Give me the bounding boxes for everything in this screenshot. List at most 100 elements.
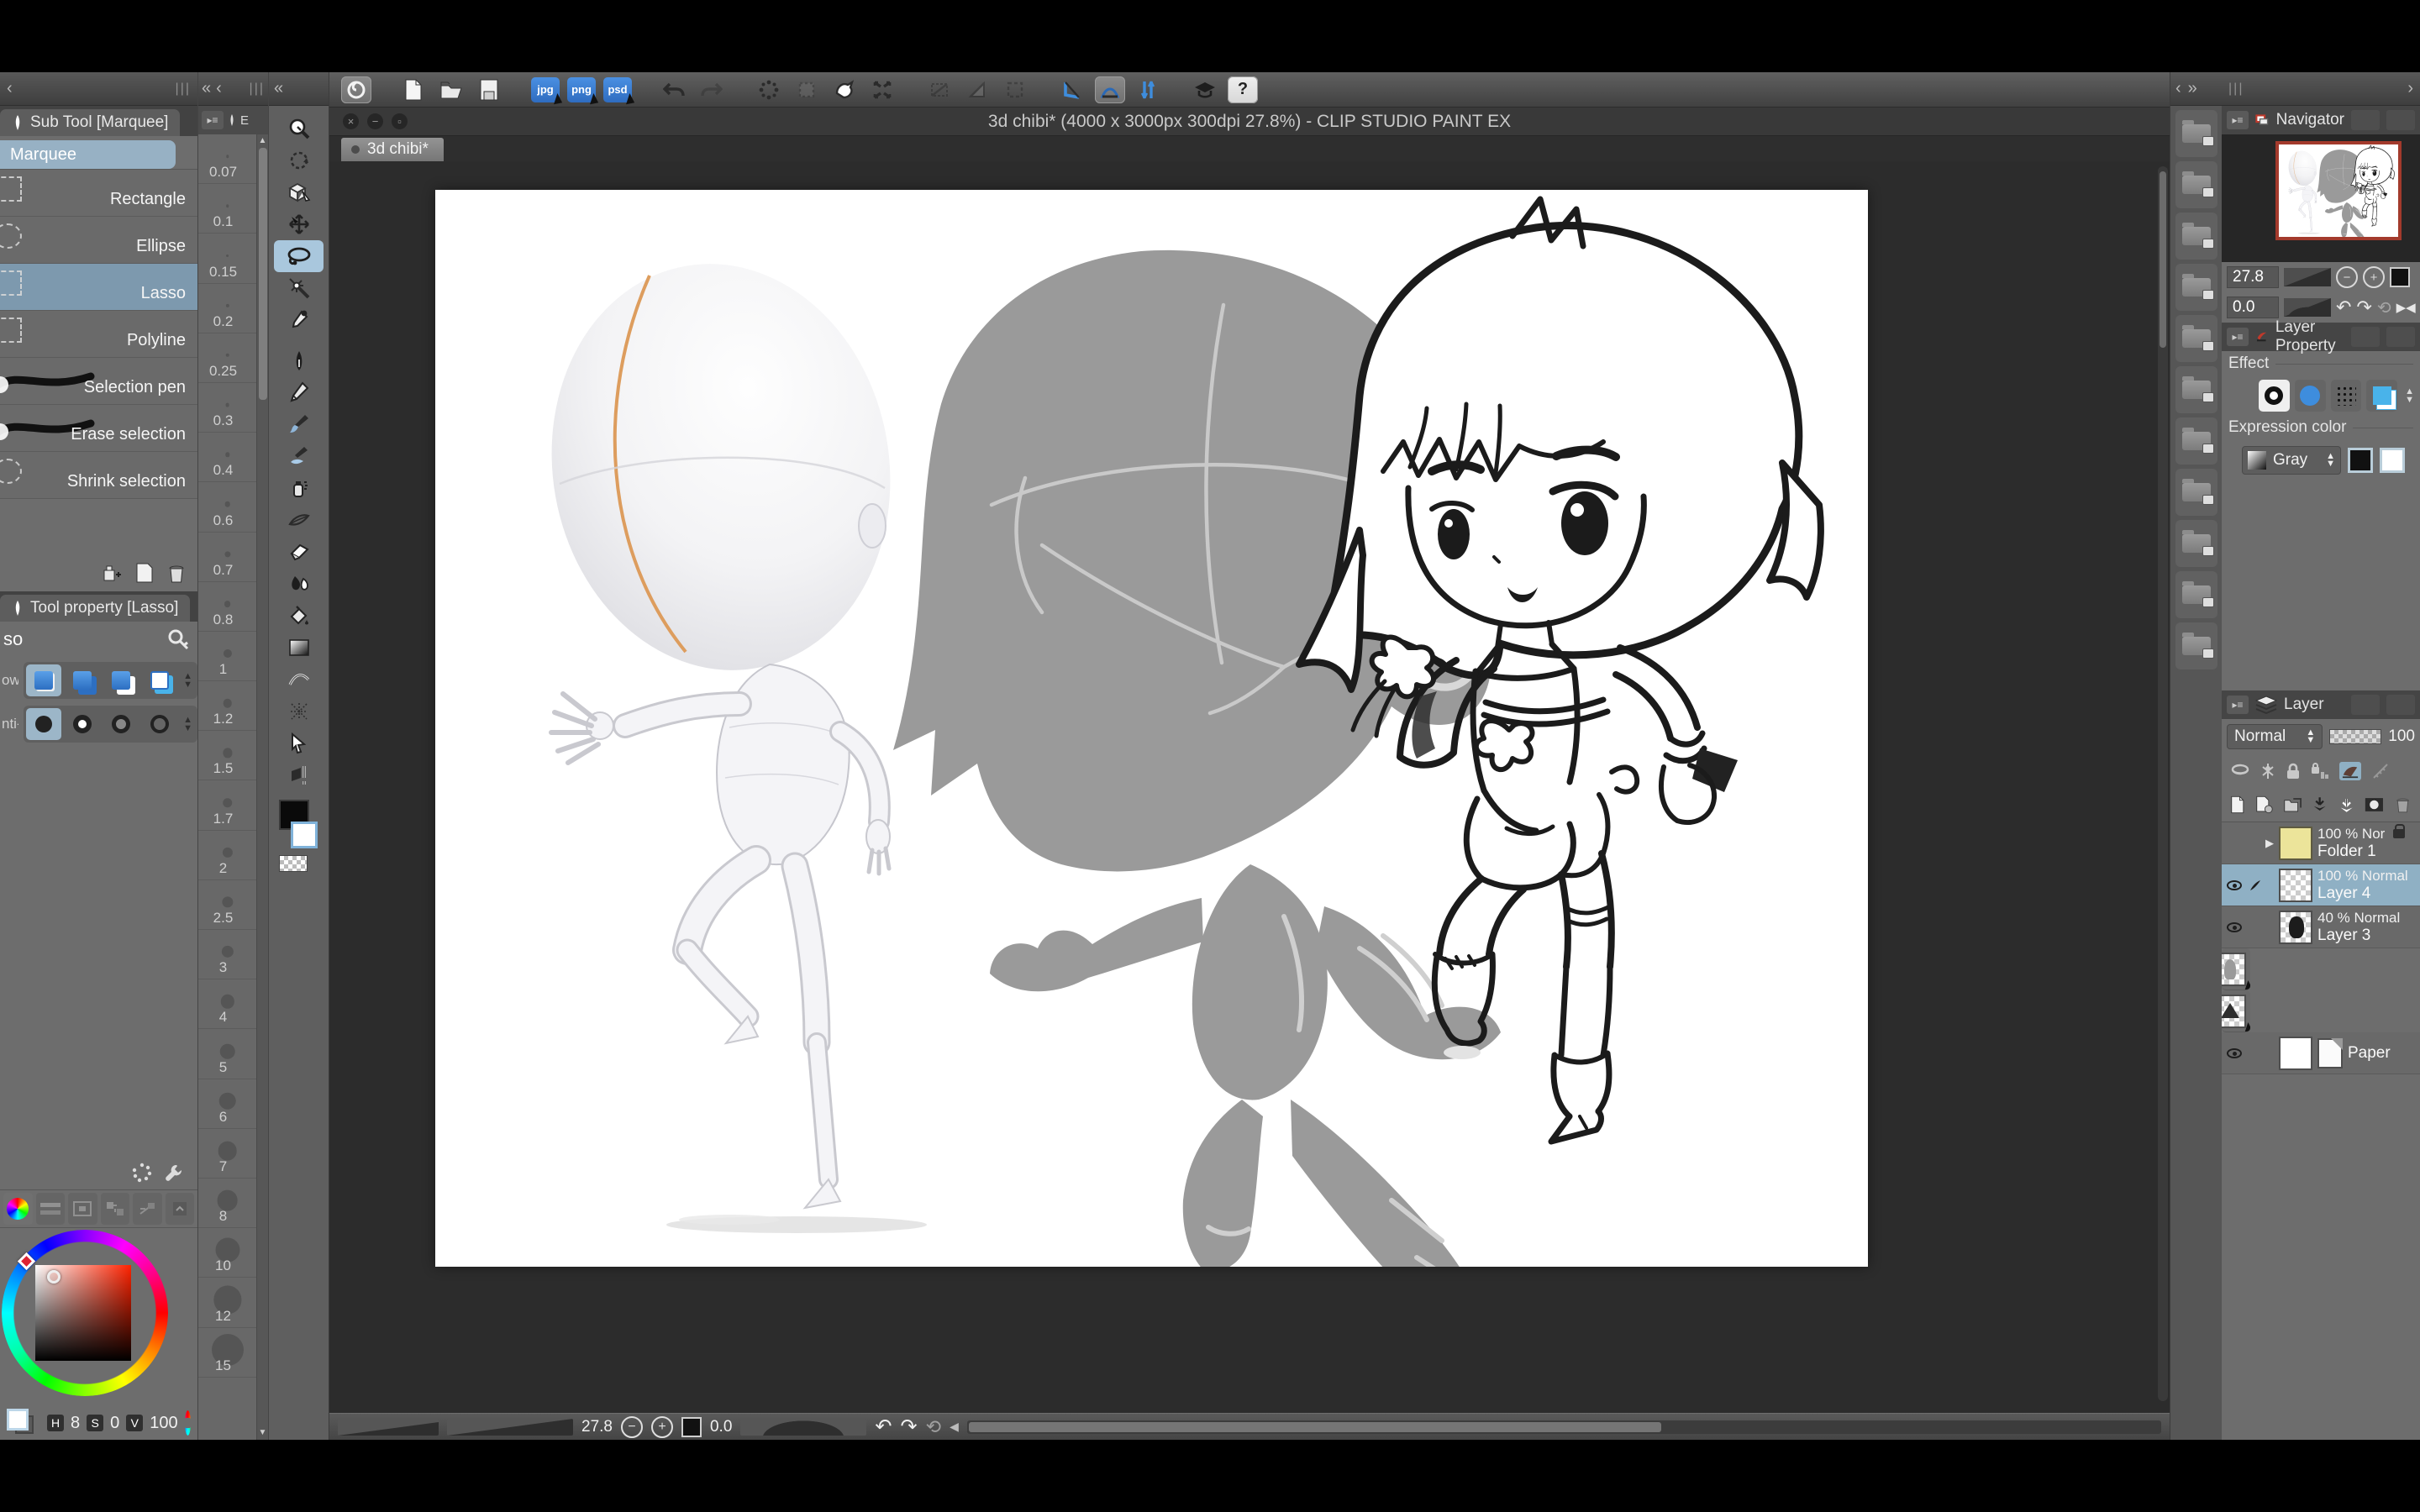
decoration-tool-icon[interactable] (269, 504, 329, 536)
register-material-icon[interactable] (100, 563, 122, 583)
canvas-document[interactable] (435, 190, 1868, 1267)
canvas-horizontal-scrollbar[interactable] (967, 1420, 2161, 1434)
sv-cursor-icon[interactable] (47, 1270, 60, 1284)
scroll-up-icon[interactable]: ▲ (259, 134, 267, 148)
subtool-list-item[interactable]: Ellipse (0, 217, 197, 264)
new-raster-layer-icon[interactable] (2230, 795, 2245, 815)
layer-visible-icon[interactable] (2223, 922, 2245, 932)
delete-subtool-icon[interactable] (167, 563, 186, 583)
document-tab[interactable]: 3d chibi* (341, 138, 444, 161)
reselect-icon[interactable] (792, 76, 822, 103)
size-scrollbar[interactable]: ▲ ▼ (256, 134, 268, 1440)
subtool-list-item[interactable]: Shrink selection (0, 452, 197, 499)
rotate-slider[interactable] (740, 1419, 866, 1436)
eyedropper-tool-icon[interactable] (269, 304, 329, 336)
right-grip-icon[interactable]: ||| (2228, 81, 2244, 97)
material-palette-button[interactable] (2175, 622, 2217, 669)
size-cell[interactable]: 0.7 (198, 533, 256, 582)
zoom-slider-small[interactable] (338, 1419, 439, 1436)
size-cell[interactable]: 0.1 (198, 184, 256, 234)
collapse-icon[interactable]: « (202, 79, 211, 98)
color-wheel[interactable] (0, 1228, 197, 1406)
new-file-icon[interactable] (398, 76, 429, 103)
size-cell[interactable]: 0.6 (198, 482, 256, 532)
zoom-tool-icon[interactable] (269, 113, 329, 144)
clip-studio-logo-button[interactable] (341, 76, 371, 103)
layer-color-effect-button[interactable] (2366, 380, 2397, 412)
expand-right-icon[interactable]: » (2188, 79, 2197, 98)
size-cell[interactable]: 1 (198, 632, 256, 681)
navigator-thumbnail[interactable] (2275, 141, 2402, 240)
lock-transparent-icon[interactable] (2311, 762, 2329, 780)
watercolor-tool-icon[interactable] (269, 440, 329, 472)
material-palette-button[interactable] (2175, 469, 2217, 516)
layer-row[interactable]: ▶ ✓ 33 Grid (2222, 948, 2250, 990)
material-download-icon[interactable] (1190, 76, 1220, 103)
subtool-list-item[interactable]: Selection pen (0, 358, 197, 405)
snap-special-ruler-icon[interactable] (1095, 76, 1125, 103)
subtool-list-item[interactable]: Rectangle (0, 170, 197, 217)
disabled-snap-icon-2[interactable] (962, 76, 992, 103)
nav-zoom-out-icon[interactable]: − (2336, 266, 2358, 288)
scroll-down-icon[interactable]: ▼ (259, 1426, 267, 1440)
material-palette-button[interactable] (2175, 417, 2217, 465)
nav-reset-icon[interactable]: ⟲ (2377, 297, 2391, 318)
canvas-viewport[interactable] (329, 161, 2170, 1413)
nav-fit-icon[interactable] (2390, 267, 2410, 287)
expression-color-dropdown[interactable]: Gray ▲▼ (2242, 446, 2341, 475)
fit-to-screen-icon[interactable] (681, 1417, 702, 1437)
color-slider-tab[interactable] (36, 1193, 66, 1225)
layer-row[interactable]: ▶ ✓ 40 % Normal Layer 3 (2222, 906, 2420, 948)
size-cell[interactable]: 0.2 (198, 284, 256, 333)
navigator-zoom-slider[interactable] (2284, 268, 2331, 286)
rotate-view-tool-icon[interactable] (269, 144, 329, 176)
aa-medium-button[interactable] (103, 708, 139, 740)
approx-color-tab[interactable] (133, 1193, 162, 1225)
intermediate-color-tab[interactable] (101, 1193, 130, 1225)
size-cell[interactable]: 2.5 (198, 880, 256, 930)
pencil-tool-icon[interactable] (269, 376, 329, 408)
collapse-left-icon[interactable]: ‹ (7, 79, 13, 98)
layer-tab-icon-2[interactable] (2386, 695, 2415, 715)
layer-thumbnail[interactable] (2279, 869, 2312, 902)
open-file-icon[interactable] (436, 76, 466, 103)
eraser-tool-icon[interactable] (269, 536, 329, 568)
size-cell[interactable]: 2 (198, 831, 256, 880)
layer-row[interactable]: ▶ ✓ 33 Grid (2222, 990, 2250, 1032)
layer-row[interactable]: ▶ ✓ Paper (2222, 1032, 2420, 1074)
material-palette-button[interactable] (2175, 520, 2217, 567)
sub-view-tab-icon[interactable] (2351, 110, 2380, 130)
subtool-panel-tab[interactable]: Sub Tool [Marquee] (0, 109, 180, 136)
transfer-down-icon[interactable] (2312, 795, 2328, 815)
layer-thumbnail[interactable] (2222, 953, 2246, 986)
size-cell[interactable]: 6 (198, 1079, 256, 1129)
invert-selection-icon[interactable] (829, 76, 860, 103)
layer-visible-icon[interactable] (2223, 880, 2245, 890)
size-cell[interactable]: 0.25 (198, 333, 256, 383)
lock-layer-icon[interactable] (2286, 762, 2301, 780)
size-cell[interactable]: 4 (198, 979, 256, 1029)
new-vector-layer-icon[interactable] (2255, 795, 2273, 815)
navigator-rotate-slider[interactable] (2284, 298, 2331, 317)
operation-tool-icon[interactable] (269, 727, 329, 759)
size-cell[interactable]: 1.7 (198, 780, 256, 830)
item-bank-tab-icon[interactable] (2386, 110, 2415, 130)
layer-property-menu-icon[interactable]: ▸≡ (2227, 328, 2249, 346)
subtool-list-item[interactable]: Lasso (0, 264, 197, 311)
move-layer-tool-icon[interactable] (269, 208, 329, 240)
wrench-icon[interactable] (164, 1163, 184, 1183)
navigator-zoom-value[interactable]: 27.8 (2227, 266, 2279, 288)
layer-thumbnail[interactable] (2279, 1037, 2312, 1070)
size-cell[interactable]: 0.4 (198, 433, 256, 482)
scroll-left-icon[interactable]: ◀ (950, 1420, 959, 1434)
zoom-out-icon[interactable]: − (621, 1416, 643, 1438)
material-palette-button[interactable] (2175, 366, 2217, 413)
color-set-tab[interactable] (68, 1193, 97, 1225)
zoom-in-icon[interactable]: + (651, 1416, 673, 1438)
size-cell[interactable]: 0.3 (198, 383, 256, 433)
undo-icon[interactable] (659, 76, 689, 103)
blend-tool-icon[interactable] (269, 568, 329, 600)
draft-layer-icon[interactable] (2339, 762, 2361, 780)
redo-icon[interactable] (697, 76, 727, 103)
figure-tool-icon[interactable] (269, 664, 329, 696)
